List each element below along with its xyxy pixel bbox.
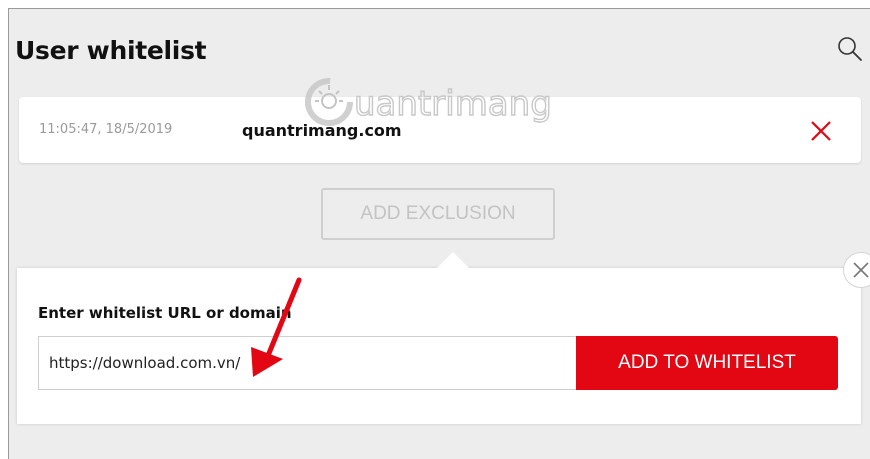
popup-caret bbox=[437, 252, 469, 268]
app-window: User whitelist 11:05:47, 18/5/2019 quant… bbox=[8, 8, 870, 459]
page-title: User whitelist bbox=[15, 36, 207, 65]
watermark-logo: uantrimang bbox=[298, 71, 598, 138]
entry-timestamp: 11:05:47, 18/5/2019 bbox=[39, 122, 173, 137]
search-icon[interactable] bbox=[836, 35, 864, 63]
close-icon bbox=[853, 262, 869, 278]
add-to-whitelist-button[interactable]: ADD TO WHITELIST bbox=[576, 336, 838, 390]
whitelist-url-input[interactable] bbox=[38, 336, 578, 390]
close-icon[interactable] bbox=[809, 119, 833, 143]
watermark-text: uantrimang bbox=[354, 84, 552, 124]
watermark-logo-icon: uantrimang bbox=[305, 78, 552, 126]
add-whitelist-popup: Enter whitelist URL or domain ADD TO WHI… bbox=[17, 252, 861, 424]
whitelist-url-label: Enter whitelist URL or domain bbox=[38, 304, 292, 322]
add-exclusion-button[interactable]: ADD EXCLUSION bbox=[321, 188, 555, 240]
